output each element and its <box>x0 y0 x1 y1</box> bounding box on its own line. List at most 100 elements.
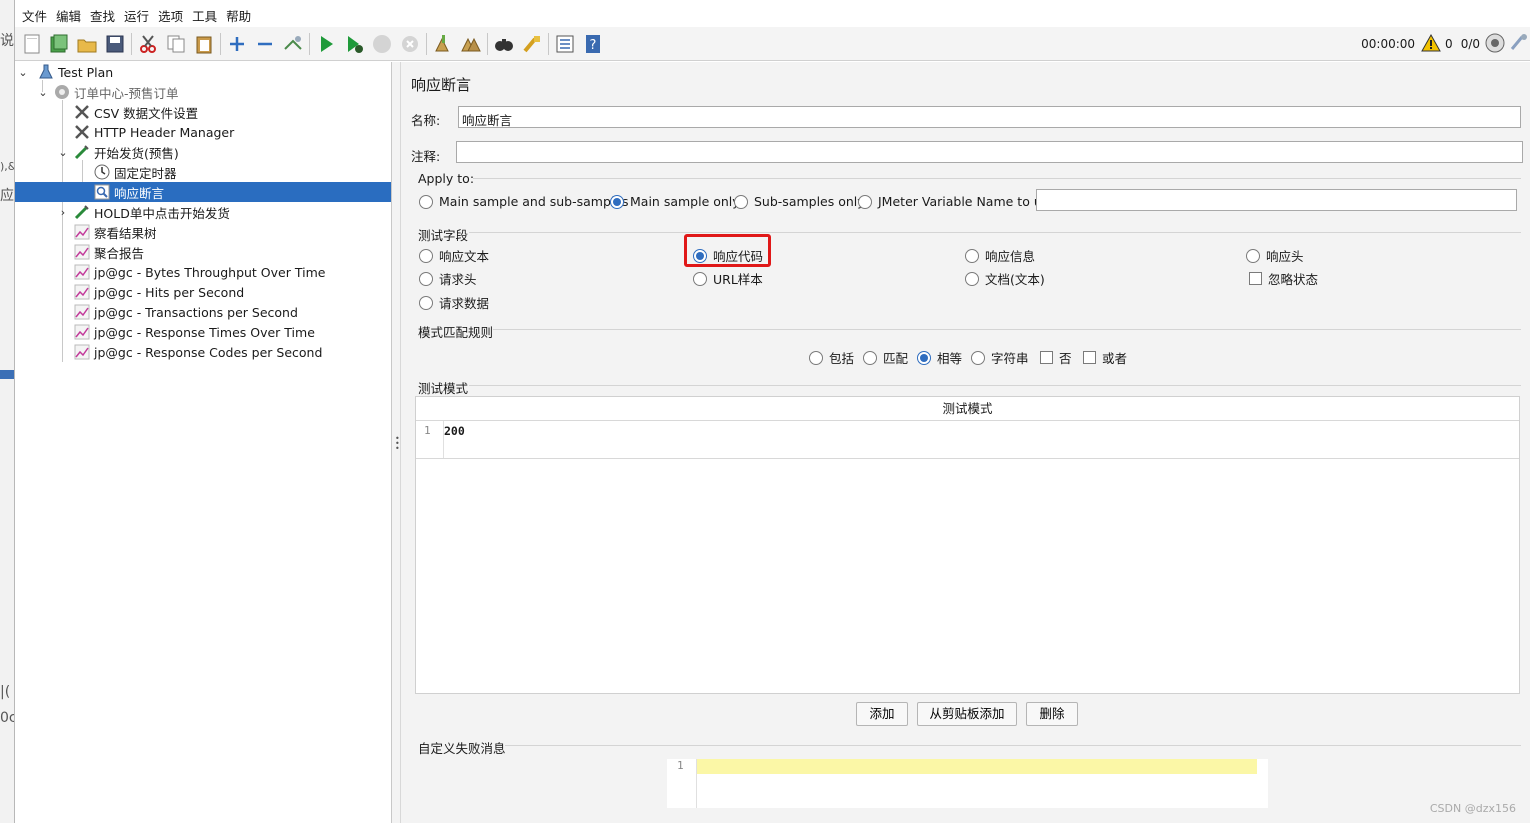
paste-icon[interactable] <box>193 33 215 55</box>
rule-contains-radio[interactable]: 包括 <box>809 348 854 367</box>
toggle-icon[interactable] <box>282 33 304 55</box>
rule-matches-radio[interactable]: 匹配 <box>863 348 908 367</box>
save-icon[interactable] <box>104 33 126 55</box>
rule-equals-radio[interactable]: 相等 <box>917 348 962 367</box>
clear-all-icon[interactable] <box>460 33 482 55</box>
table-row[interactable]: 1 200 <box>416 421 1519 459</box>
tree-item-aggregate-report[interactable]: 聚合报告 <box>15 242 391 262</box>
variable-name-field[interactable] <box>1036 189 1517 211</box>
apply-main-and-sub-radio[interactable]: Main sample and sub-samples <box>419 194 629 209</box>
thread-count: 0/0 <box>1460 37 1480 51</box>
tree-item-response-times[interactable]: jp@gc - Response Times Over Time <box>15 322 391 342</box>
rule-not-checkbox[interactable]: 否 <box>1040 348 1072 367</box>
menu-file[interactable]: 文件 <box>18 6 51 25</box>
listener-icon <box>73 303 91 321</box>
apply-variable-radio[interactable]: JMeter Variable Name to use <box>858 194 1056 209</box>
field-document-radio[interactable]: 文档(文本) <box>965 269 1045 288</box>
chevron-down-icon[interactable]: ⌄ <box>37 86 49 99</box>
stop-icon[interactable] <box>371 33 393 55</box>
menu-options[interactable]: 选项 <box>154 6 187 25</box>
chevron-right-icon[interactable]: › <box>57 206 69 219</box>
listener-icon <box>73 323 91 341</box>
shutdown-icon[interactable] <box>399 33 421 55</box>
menu-help[interactable]: 帮助 <box>222 6 255 25</box>
test-field-label: 测试字段 <box>418 228 469 243</box>
tree-item-csv-config[interactable]: CSV 数据文件设置 <box>15 102 391 122</box>
gear-icon <box>53 83 71 101</box>
delete-button[interactable]: 删除 <box>1026 702 1078 726</box>
timer-icon <box>93 163 111 181</box>
copy-icon[interactable] <box>165 33 187 55</box>
apply-main-only-radio[interactable]: Main sample only <box>610 194 740 209</box>
bg-fragment: ),& <box>0 160 15 173</box>
rule-or-checkbox[interactable]: 或者 <box>1083 348 1127 367</box>
failure-message-label: 自定义失败消息 <box>418 741 506 756</box>
warning-icon[interactable] <box>1421 33 1441 55</box>
tree-item-http-header-manager[interactable]: HTTP Header Manager <box>15 122 391 142</box>
field-response-message-radio[interactable]: 响应信息 <box>965 246 1035 265</box>
tree-item-constant-timer[interactable]: 固定定时器 <box>15 162 391 182</box>
templates-icon[interactable] <box>48 33 70 55</box>
start-icon[interactable] <box>315 33 337 55</box>
tree-item-view-results-tree[interactable]: 察看结果树 <box>15 222 391 242</box>
ignore-status-checkbox[interactable]: 忽略状态 <box>1249 269 1318 288</box>
rule-substring-radio[interactable]: 字符串 <box>971 348 1029 367</box>
toolbar: ? 00:00:00 0 0/0 <box>15 27 1530 61</box>
help-icon[interactable]: ? <box>582 33 604 55</box>
tree-item-transactions-per-second[interactable]: jp@gc - Transactions per Second <box>15 302 391 322</box>
tree-item-hits-per-second[interactable]: jp@gc - Hits per Second <box>15 282 391 302</box>
add-from-clipboard-button[interactable]: 从剪贴板添加 <box>917 702 1017 726</box>
field-response-headers-radio[interactable]: 响应头 <box>1246 246 1304 265</box>
remote-icon[interactable] <box>1510 33 1528 56</box>
listener-icon <box>73 343 91 361</box>
tree-item-thread-group[interactable]: ⌄ 订单中心-预售订单 <box>15 82 391 102</box>
open-icon[interactable] <box>76 33 98 55</box>
comment-label: 注释: <box>411 149 441 164</box>
line-number: 1 <box>424 424 431 437</box>
cut-icon[interactable] <box>137 33 159 55</box>
highlight-annotation <box>684 234 771 267</box>
tree-item-bytes-throughput[interactable]: jp@gc - Bytes Throughput Over Time <box>15 262 391 282</box>
tree-item-sampler-hold[interactable]: › HOLD单中点击开始发货 <box>15 202 391 222</box>
expand-icon[interactable] <box>226 33 248 55</box>
tree-item-response-codes[interactable]: jp@gc - Response Codes per Second <box>15 342 391 362</box>
bg-selection-bar <box>0 370 14 379</box>
clear-icon[interactable] <box>432 33 454 55</box>
function-helper-icon[interactable] <box>554 33 576 55</box>
tree-item-test-plan[interactable]: ⌄ Test Plan <box>15 62 391 82</box>
listener-icon <box>73 223 91 241</box>
menu-tools[interactable]: 工具 <box>188 6 221 25</box>
chevron-down-icon[interactable]: ⌄ <box>57 146 69 159</box>
current-line-highlight[interactable] <box>697 759 1257 774</box>
new-icon[interactable] <box>21 33 43 55</box>
panel-title: 响应断言 <box>411 76 472 94</box>
line-gutter: 1 <box>667 759 697 808</box>
name-field[interactable]: 响应断言 <box>458 106 1521 128</box>
listener-icon <box>73 283 91 301</box>
field-request-data-radio[interactable]: 请求数据 <box>419 293 489 312</box>
match-rule-label: 模式匹配规则 <box>418 325 494 340</box>
pattern-value[interactable]: 200 <box>444 424 465 438</box>
add-button[interactable]: 添加 <box>856 702 908 726</box>
tree-item-sampler-start-shipping[interactable]: ⌄ 开始发货(预售) <box>15 142 391 162</box>
collapse-icon[interactable] <box>254 33 276 55</box>
drag-handle-icon[interactable]: • • • <box>395 435 400 453</box>
reset-search-icon[interactable] <box>521 33 543 55</box>
search-icon[interactable] <box>493 33 515 55</box>
listener-icon <box>73 243 91 261</box>
failure-message-editor[interactable]: 1 <box>667 759 1268 808</box>
field-response-text-radio[interactable]: 响应文本 <box>419 246 489 265</box>
comment-field[interactable] <box>456 141 1523 163</box>
start-no-pause-icon[interactable] <box>343 33 365 55</box>
field-request-headers-radio[interactable]: 请求头 <box>419 269 477 288</box>
menu-search[interactable]: 查找 <box>86 6 119 25</box>
menu-edit[interactable]: 编辑 <box>52 6 85 25</box>
menu-run[interactable]: 运行 <box>120 6 153 25</box>
split-pane-divider[interactable]: • • • <box>392 62 401 823</box>
tree-item-response-assertion[interactable]: 响应断言 <box>15 182 391 202</box>
name-label: 名称: <box>411 113 441 128</box>
field-url-sampled-radio[interactable]: URL样本 <box>693 269 763 288</box>
chevron-down-icon[interactable]: ⌄ <box>17 66 29 79</box>
apply-sub-only-radio[interactable]: Sub-samples only <box>734 194 865 209</box>
test-plan-tree: ⌄ Test Plan ⌄ 订单中心-预售订单 CSV 数据文件设置 HTTP … <box>15 62 392 823</box>
